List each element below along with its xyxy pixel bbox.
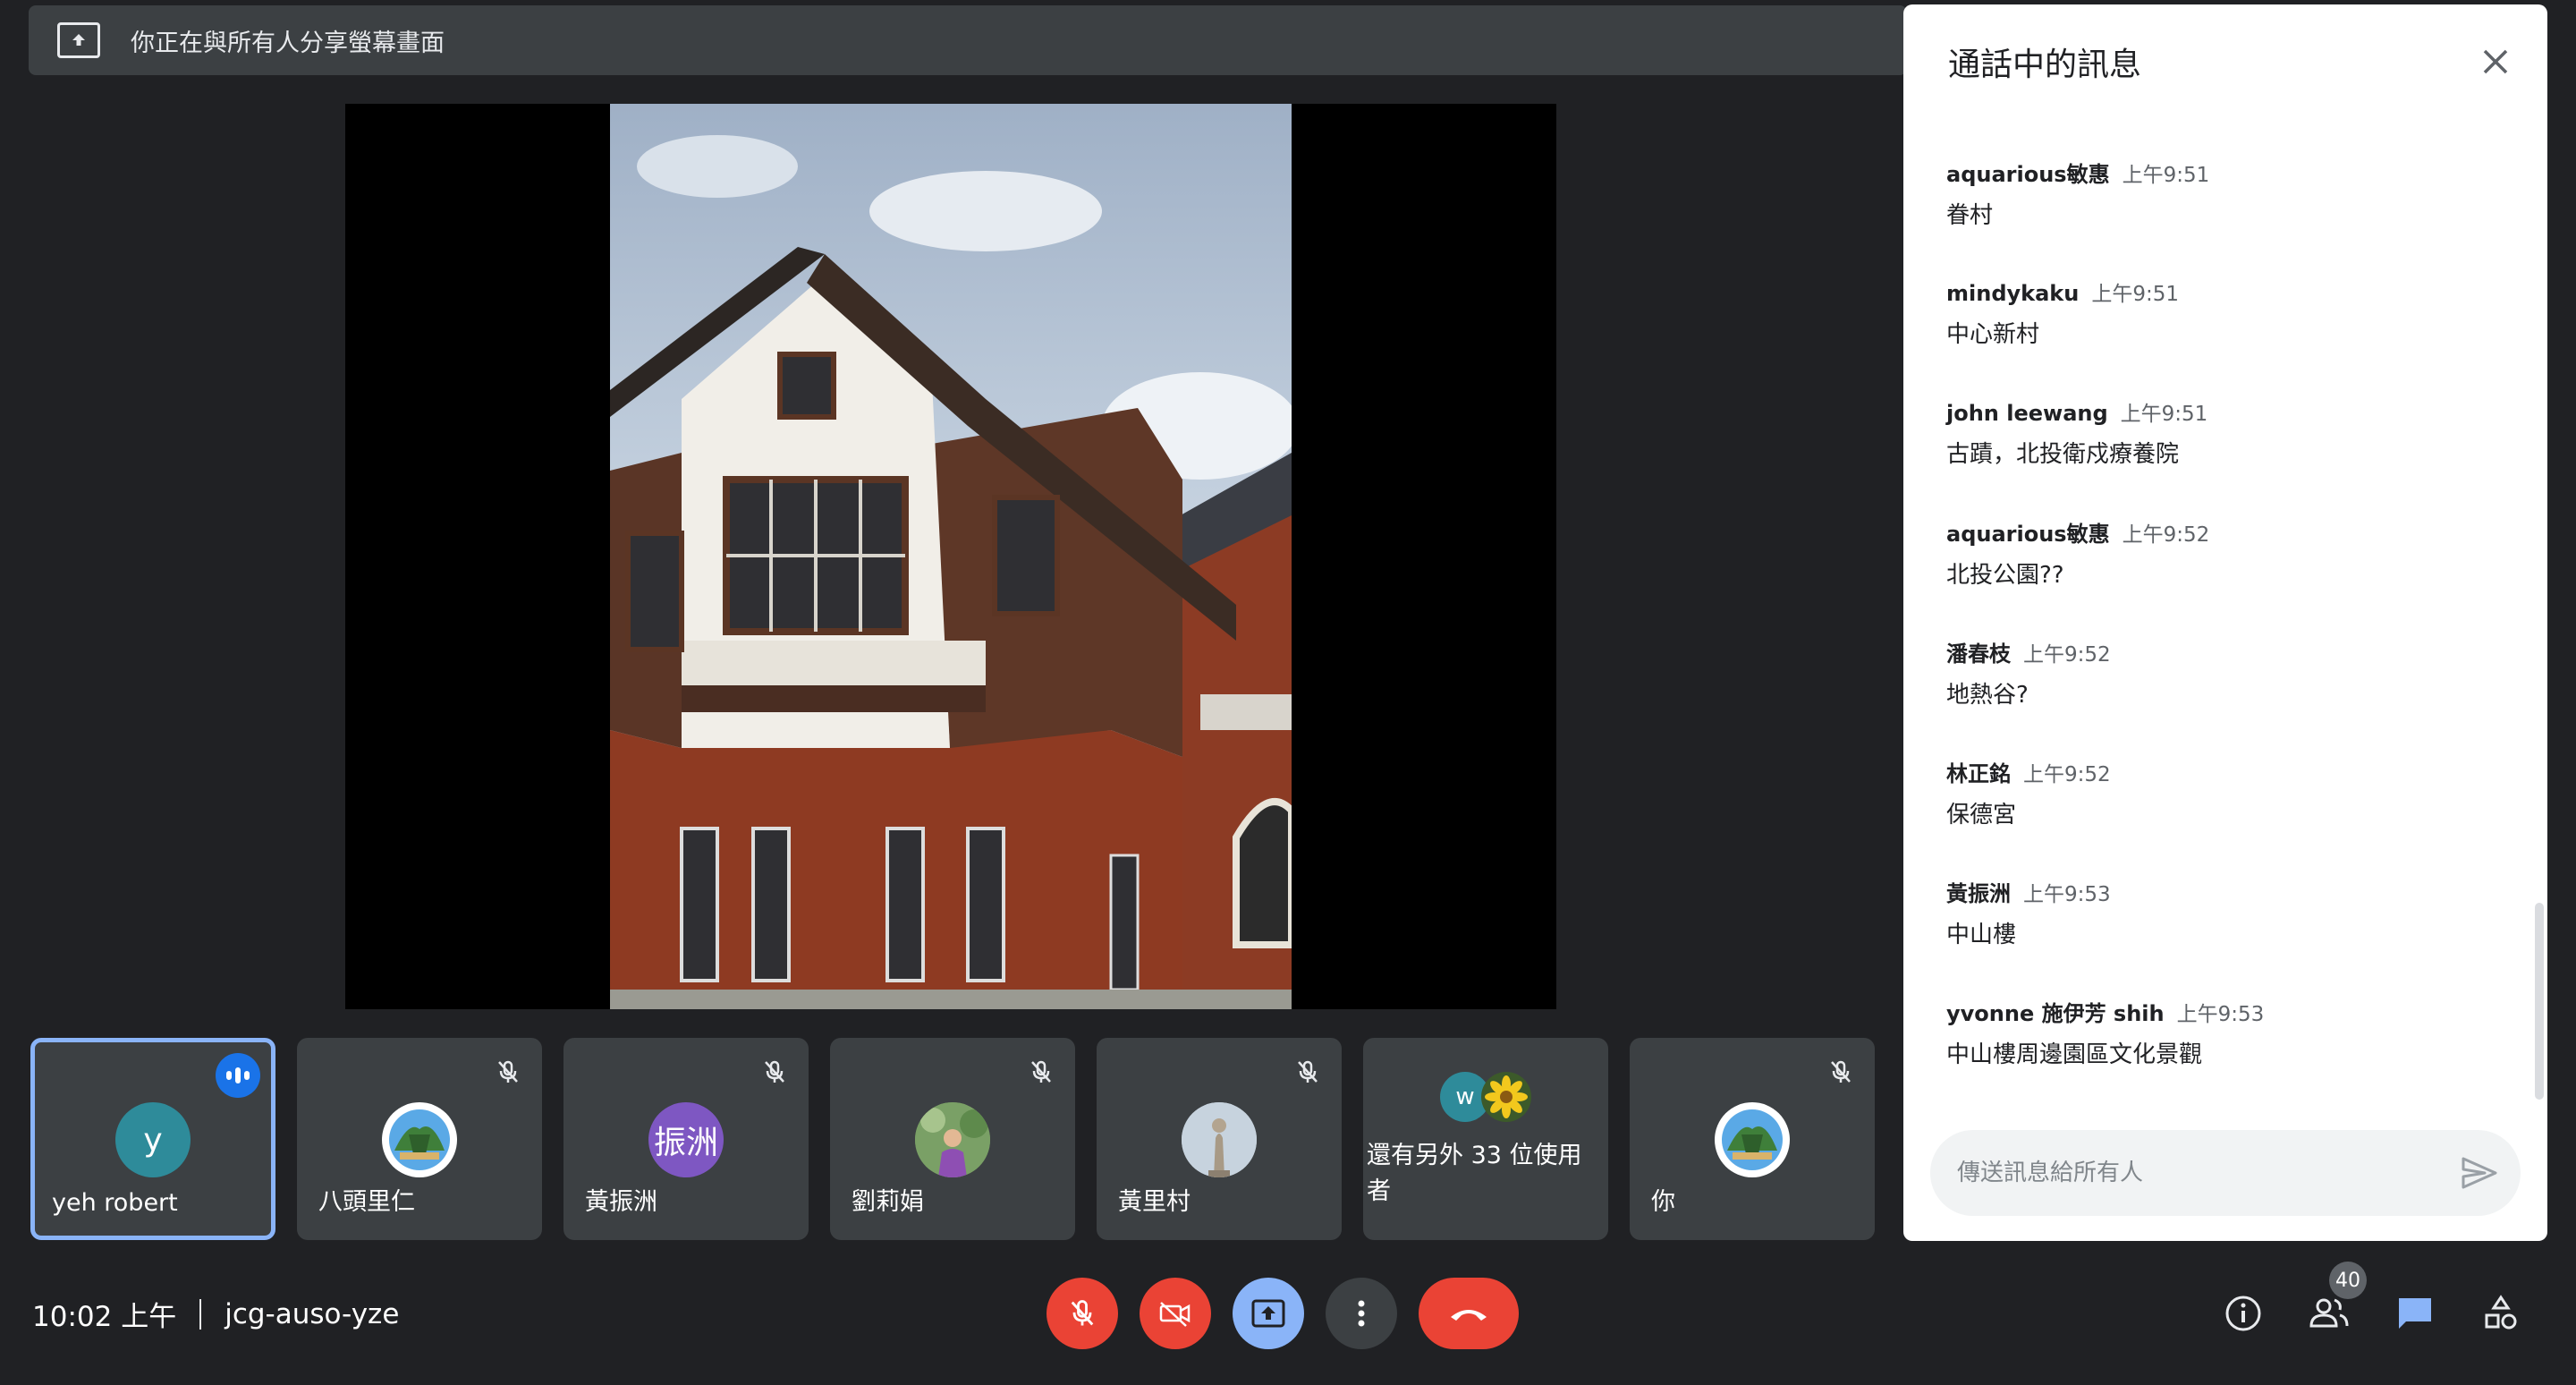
chat-message: aquarious敏惠 上午9:51 眷村 bbox=[1946, 157, 2209, 230]
message-sender: yvonne 施伊芳 shih bbox=[1946, 1001, 2165, 1026]
meeting-code: jcg-auso-yze bbox=[225, 1297, 400, 1330]
participant-name: 你 bbox=[1651, 1188, 1675, 1216]
message-sender: john leewang bbox=[1946, 401, 2108, 426]
people-icon bbox=[2309, 1298, 2349, 1328]
avatar bbox=[382, 1102, 457, 1177]
chat-icon bbox=[2399, 1298, 2431, 1329]
participant-name: 黃里村 bbox=[1118, 1188, 1191, 1216]
chat-message: 黃振洲 上午9:53 中山樓 bbox=[1946, 876, 2111, 949]
mic-off-icon bbox=[1831, 1060, 1851, 1083]
mic-off-icon bbox=[765, 1060, 784, 1083]
more-options-button[interactable] bbox=[1326, 1278, 1397, 1349]
more-participants-text: 還有另外 33 位使用者 bbox=[1367, 1142, 1582, 1205]
participant-count-badge: 40 bbox=[2329, 1262, 2367, 1299]
call-end-icon bbox=[1451, 1310, 1487, 1321]
more-vert-icon bbox=[1358, 1300, 1365, 1327]
microphone-toggle-button[interactable] bbox=[1046, 1278, 1118, 1349]
info-icon bbox=[2225, 1296, 2261, 1331]
close-icon[interactable] bbox=[2478, 44, 2513, 80]
more-participants-tile[interactable]: w 還有另外 33 位使用者 bbox=[1363, 1038, 1608, 1240]
message-text: 北投公園?? bbox=[1946, 562, 2064, 589]
send-icon[interactable] bbox=[2460, 1155, 2499, 1191]
panel-title: 通話中的訊息 bbox=[1948, 47, 2142, 83]
message-sender: 黃振洲 bbox=[1946, 881, 2011, 906]
share-banner-text: 你正在與所有人分享螢幕畫面 bbox=[131, 29, 445, 57]
message-time: 上午9:52 bbox=[2023, 763, 2111, 786]
participant-tile-badou[interactable]: 八頭里仁 bbox=[297, 1038, 542, 1240]
chat-message: john leewang 上午9:51 古蹟，北投衛戍療養院 bbox=[1946, 396, 2207, 469]
message-sender: aquarious敏惠 bbox=[1946, 522, 2110, 547]
divider bbox=[199, 1298, 202, 1330]
participant-name: 黃振洲 bbox=[585, 1188, 657, 1216]
message-time: 上午9:53 bbox=[2176, 1003, 2265, 1026]
mic-off-icon bbox=[1298, 1060, 1318, 1083]
chat-button[interactable] bbox=[2392, 1290, 2438, 1337]
activities-button[interactable] bbox=[2478, 1290, 2524, 1337]
chat-message: 林正銘 上午9:52 保德宮 bbox=[1946, 756, 2111, 829]
screen-share-banner: 你正在與所有人分享螢幕畫面 bbox=[29, 5, 1907, 75]
message-sender: 潘春枝 bbox=[1946, 642, 2011, 667]
message-sender: mindykaku bbox=[1946, 281, 2080, 306]
mic-off-icon bbox=[1031, 1060, 1051, 1083]
current-time: 10:02 上午 bbox=[32, 1301, 177, 1333]
flower-avatar-icon bbox=[1481, 1072, 1531, 1122]
message-time: 上午9:52 bbox=[2122, 523, 2210, 547]
speaking-indicator-icon bbox=[216, 1053, 260, 1098]
message-time: 上午9:51 bbox=[2122, 164, 2210, 187]
chat-message: mindykaku 上午9:51 中心新村 bbox=[1946, 276, 2179, 349]
chat-message-input[interactable] bbox=[1957, 1130, 2440, 1216]
participant-tile-huang-zhenzhou[interactable]: 振洲 黃振洲 bbox=[564, 1038, 809, 1240]
message-text: 中山樓 bbox=[1946, 922, 2017, 948]
message-time: 上午9:51 bbox=[2120, 403, 2208, 426]
message-time: 上午9:53 bbox=[2023, 883, 2111, 906]
avatar bbox=[1715, 1102, 1790, 1177]
message-text: 中心新村 bbox=[1946, 321, 2040, 348]
present-to-all-icon bbox=[1251, 1299, 1285, 1328]
chat-compose-box bbox=[1930, 1130, 2521, 1216]
camera-off-icon bbox=[1159, 1302, 1191, 1327]
chat-message: 潘春枝 上午9:52 地熱谷? bbox=[1946, 636, 2111, 709]
participant-name: 八頭里仁 bbox=[318, 1188, 415, 1216]
leave-call-button[interactable] bbox=[1419, 1278, 1519, 1349]
chat-scrollbar[interactable] bbox=[2535, 903, 2544, 1100]
avatar bbox=[1182, 1102, 1257, 1177]
participant-tile-liu-lijuan[interactable]: 劉莉娟 bbox=[830, 1038, 1075, 1240]
message-text: 中山樓周邊園區文化景觀 bbox=[1946, 1041, 2203, 1068]
chat-message: aquarious敏惠 上午9:52 北投公園?? bbox=[1946, 516, 2209, 590]
mic-off-icon bbox=[498, 1060, 518, 1083]
camera-toggle-button[interactable] bbox=[1140, 1278, 1211, 1349]
present-now-button[interactable] bbox=[1233, 1278, 1304, 1349]
message-text: 眷村 bbox=[1946, 202, 1994, 229]
avatar: 振洲 bbox=[648, 1102, 724, 1177]
shared-screen-photo bbox=[610, 104, 1292, 1009]
chat-message: yvonne 施伊芳 shih 上午9:53 中山樓周邊園區文化景觀 bbox=[1946, 996, 2264, 1069]
participant-name: yeh robert bbox=[52, 1189, 178, 1217]
meeting-details-button[interactable] bbox=[2220, 1290, 2267, 1337]
avatar: y bbox=[115, 1102, 191, 1177]
in-call-messages-panel: 通話中的訊息 aquarious敏惠 上午9:51 眷村 mindykaku 上午9… bbox=[1903, 4, 2547, 1241]
activities-icon bbox=[2485, 1295, 2517, 1330]
participant-tile-yeh-robert[interactable]: y yeh robert bbox=[30, 1038, 275, 1240]
message-sender: aquarious敏惠 bbox=[1946, 162, 2110, 187]
avatar bbox=[915, 1102, 990, 1177]
message-time: 上午9:51 bbox=[2091, 283, 2180, 306]
message-text: 古蹟，北投衛戍療養院 bbox=[1946, 441, 2180, 468]
message-text: 地熱谷? bbox=[1946, 682, 2029, 709]
participant-name: 劉莉娟 bbox=[852, 1188, 924, 1216]
presentation-view bbox=[345, 104, 1556, 1009]
participant-tile-you[interactable]: 你 bbox=[1630, 1038, 1875, 1240]
present-to-all-icon bbox=[57, 22, 100, 58]
participant-tile-huang-licun[interactable]: 黃里村 bbox=[1097, 1038, 1342, 1240]
message-text: 保德宮 bbox=[1946, 802, 2017, 828]
meeting-details: 10:02 上午 jcg-auso-yze bbox=[32, 1294, 399, 1334]
mic-off-icon bbox=[1071, 1300, 1094, 1326]
message-time: 上午9:52 bbox=[2023, 643, 2111, 667]
message-sender: 林正銘 bbox=[1946, 761, 2011, 786]
